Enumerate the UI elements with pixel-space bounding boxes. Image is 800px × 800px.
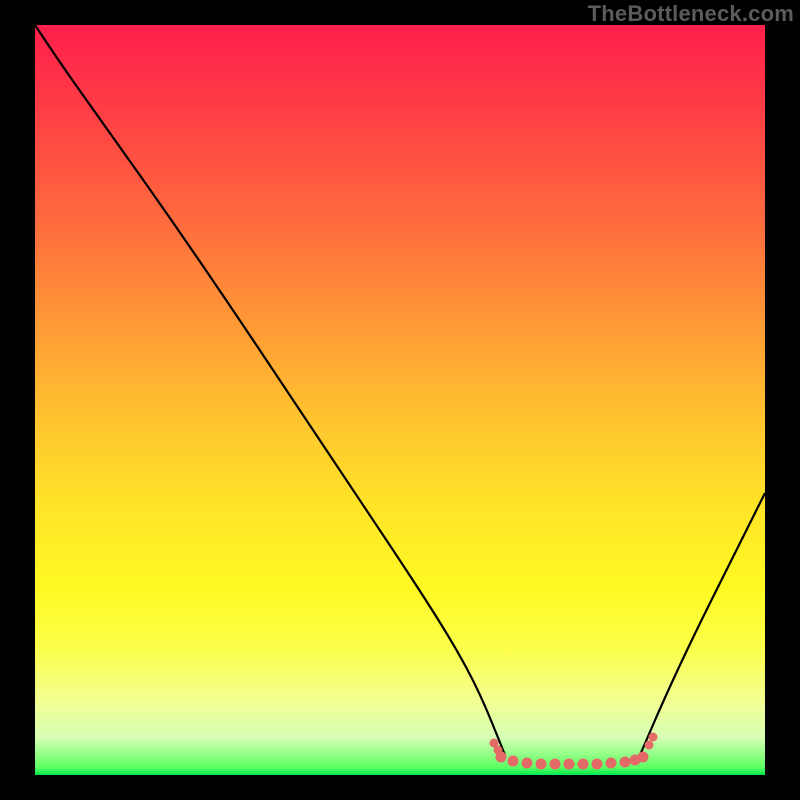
dot bbox=[508, 756, 519, 767]
valley-dots bbox=[496, 752, 649, 770]
dot bbox=[578, 759, 589, 770]
dot bbox=[536, 759, 547, 770]
dot bbox=[649, 733, 658, 742]
dot bbox=[638, 752, 649, 763]
right-curve bbox=[640, 493, 765, 755]
dot bbox=[645, 741, 654, 750]
dot bbox=[494, 746, 503, 755]
dot bbox=[550, 759, 561, 770]
left-curve bbox=[35, 25, 505, 755]
plot-area bbox=[35, 25, 765, 775]
dot bbox=[522, 758, 533, 769]
dot bbox=[592, 759, 603, 770]
valley-edge-dots bbox=[490, 733, 658, 755]
dot bbox=[620, 757, 631, 768]
chart-container: TheBottleneck.com bbox=[0, 0, 800, 800]
dot bbox=[564, 759, 575, 770]
dot bbox=[606, 758, 617, 769]
chart-svg bbox=[35, 25, 765, 775]
watermark-text: TheBottleneck.com bbox=[588, 1, 794, 27]
